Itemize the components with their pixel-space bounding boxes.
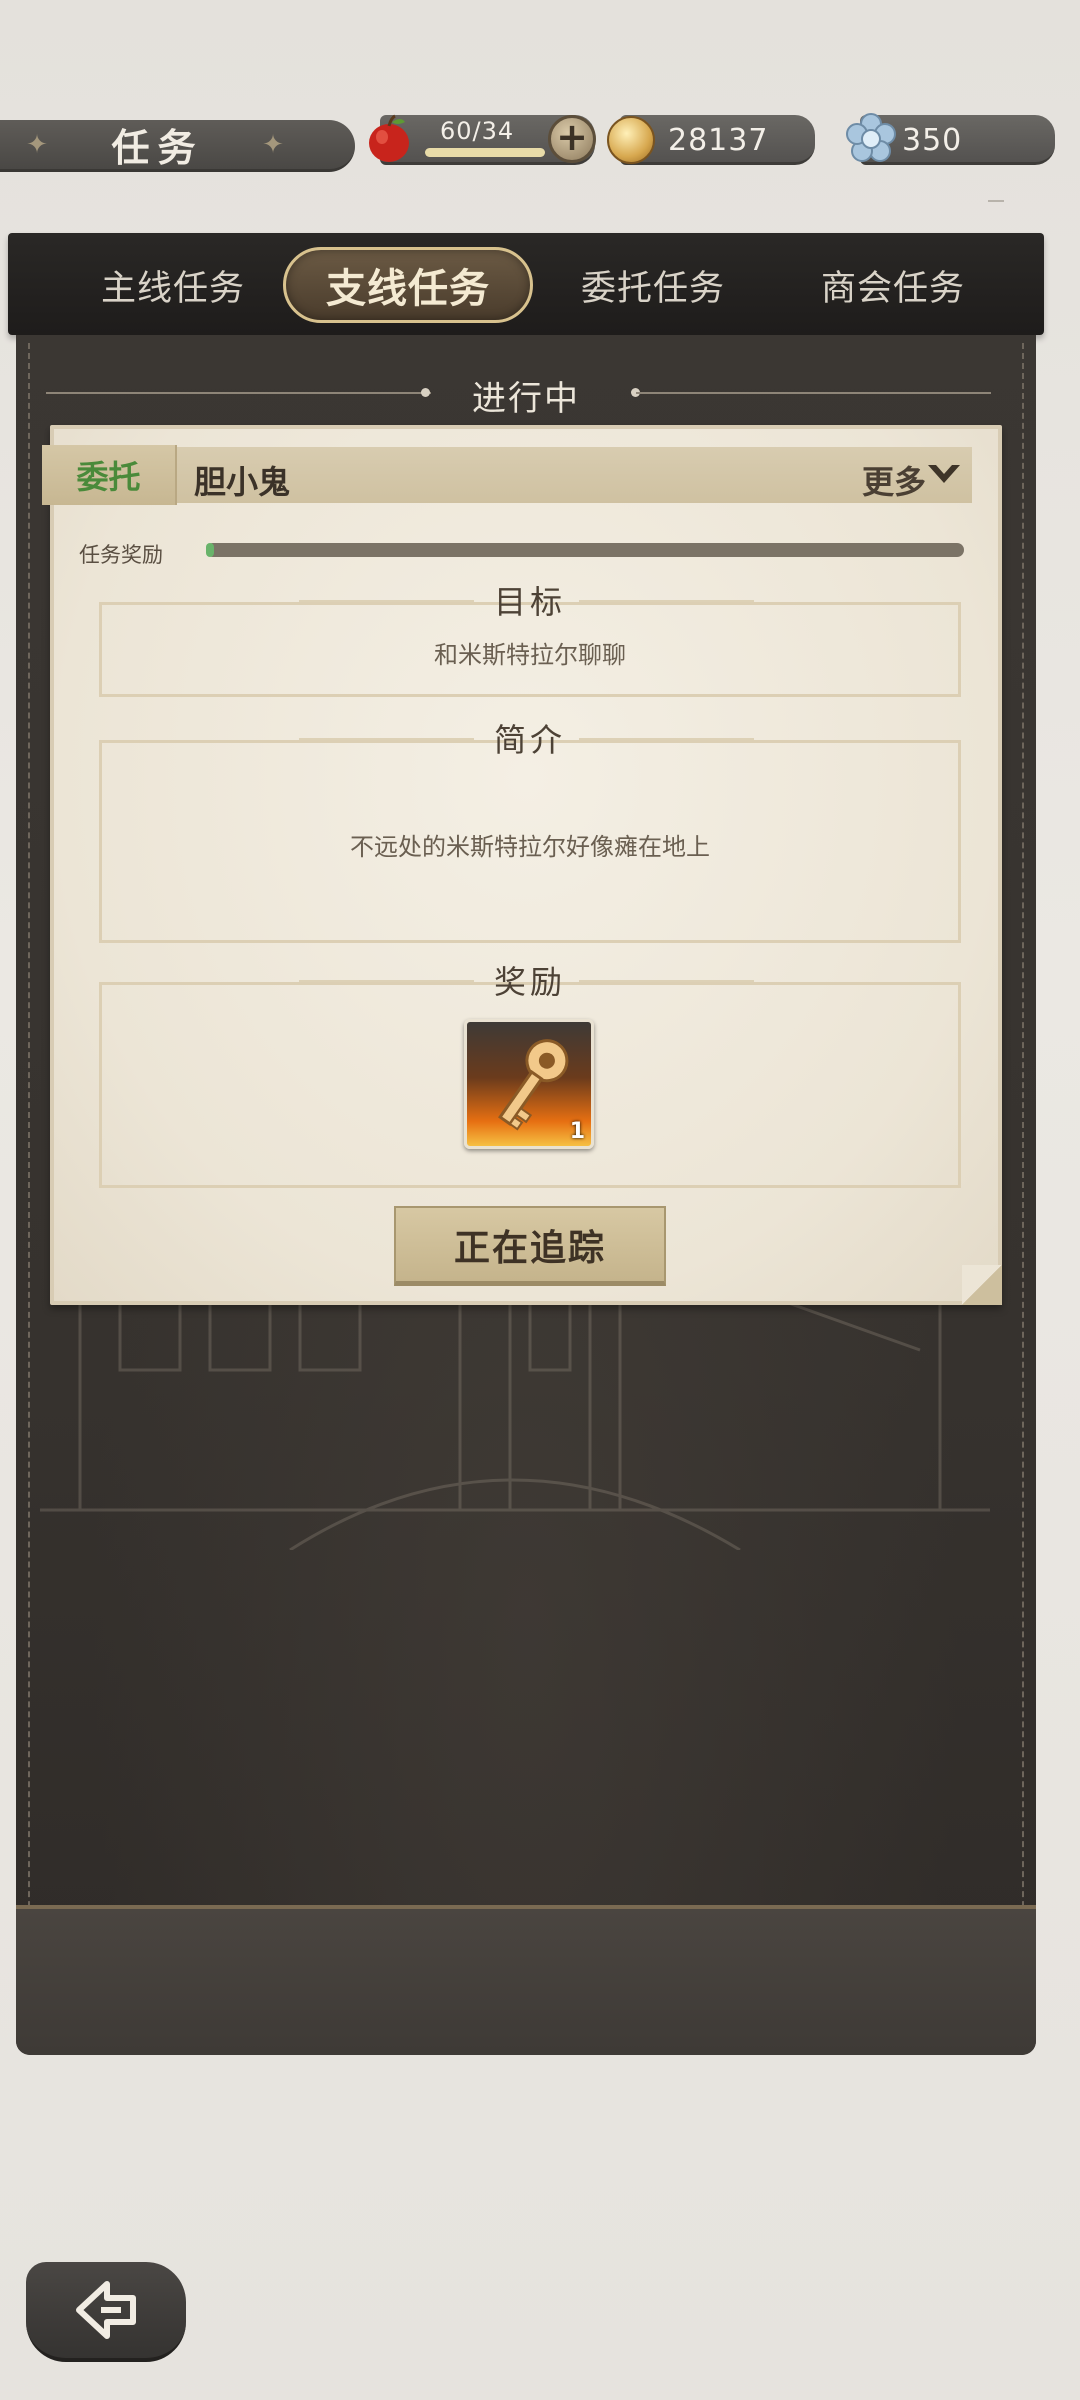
page-title-plate: ✦ 任务 ✦ xyxy=(0,120,355,172)
reward-item-slot[interactable]: 1 xyxy=(464,1019,594,1149)
tab-commission-quests[interactable]: 委托任务 xyxy=(548,257,758,313)
intro-text: 不远处的米斯特拉尔好像瘫在地上 xyxy=(350,833,710,861)
quest-card: 委托 胆小鬼 更多 任务奖励 和米斯特拉尔聊聊 目标 不远处的米斯特拉尔好像瘫在… xyxy=(42,425,1002,1305)
stamina-bar-fill xyxy=(425,148,545,157)
panel-footer xyxy=(16,1905,1036,2055)
section-status: 进行中 xyxy=(472,379,580,419)
crystal-flower-icon xyxy=(846,113,896,162)
divider xyxy=(636,392,991,394)
tab-side-quests[interactable]: 支线任务 xyxy=(283,247,533,323)
apple-icon xyxy=(369,114,409,162)
gold-coin-icon xyxy=(607,116,655,164)
page-title: 任务 xyxy=(111,126,204,170)
reward-title: 奖励 xyxy=(493,963,566,1001)
tab-guild-quests[interactable]: 商会任务 xyxy=(788,257,998,313)
stamina-bar xyxy=(425,148,545,157)
gem-value: 350 xyxy=(902,123,963,158)
clover-ornament-icon: ✦ xyxy=(26,130,48,160)
more-button[interactable]: 更多 xyxy=(862,457,926,503)
quest-tab-bar: 主线任务 支线任务 委托任务 商会任务 xyxy=(8,233,1044,335)
reward-progress-bar xyxy=(206,543,964,557)
in-progress-header: 进行中 xyxy=(16,365,1036,425)
back-button[interactable] xyxy=(26,2262,186,2362)
intro-section: 不远处的米斯特拉尔好像瘫在地上 xyxy=(99,740,961,943)
tab-main-quests[interactable]: 主线任务 xyxy=(68,257,278,313)
goal-title: 目标 xyxy=(493,583,566,621)
quest-type-tag: 委托 xyxy=(42,445,177,505)
intro-title: 简介 xyxy=(493,721,566,759)
add-stamina-button[interactable]: + xyxy=(548,115,596,163)
reward-item-count: 1 xyxy=(569,1119,585,1144)
chevron-down-icon[interactable] xyxy=(926,461,962,487)
stamina-value: 60/34 xyxy=(440,117,515,145)
gold-value: 28137 xyxy=(668,123,769,158)
quest-name: 胆小鬼 xyxy=(194,463,291,501)
tracking-button[interactable]: 正在追踪 xyxy=(394,1206,666,1286)
back-arrow-icon xyxy=(76,2281,136,2339)
goal-text: 和米斯特拉尔聊聊 xyxy=(434,641,626,669)
divider xyxy=(988,200,1004,202)
reward-progress-label: 任务奖励 xyxy=(79,543,163,567)
quest-card-header: 委托 胆小鬼 更多 xyxy=(42,445,972,505)
reward-progress-fill xyxy=(206,543,214,557)
page-fold xyxy=(962,1265,1002,1305)
clover-ornament-icon: ✦ xyxy=(262,130,284,160)
